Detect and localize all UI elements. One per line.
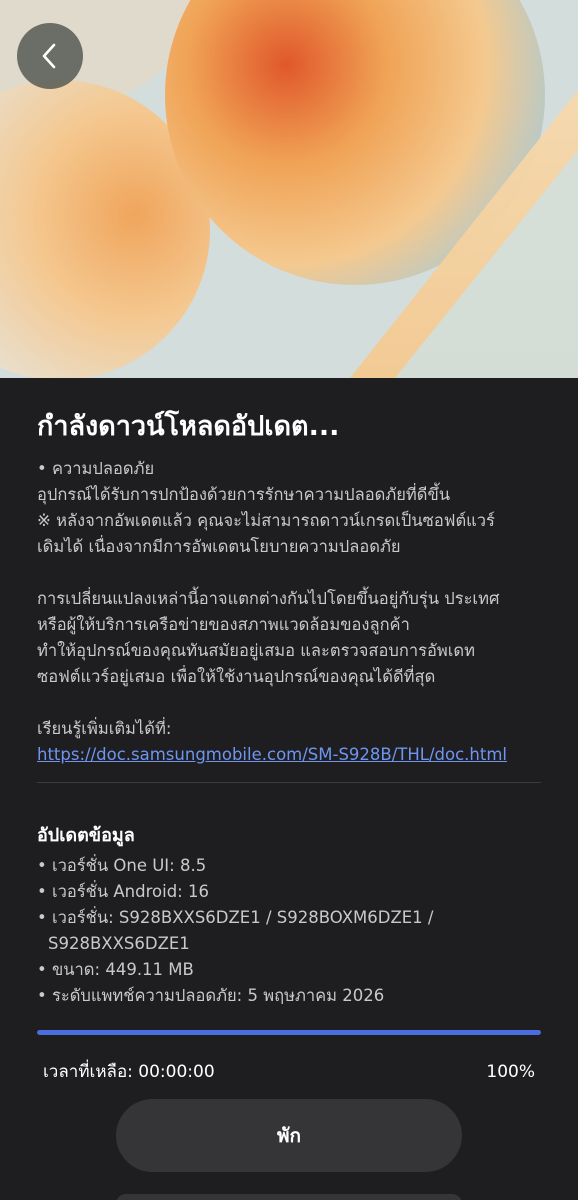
download-progress-fill [37, 1030, 541, 1035]
description-line: • ความปลอดภัย [37, 459, 155, 478]
notice-line: ซอฟต์แวร์อยู่เสมอ เพื่อให้ใช้งานอุปกรณ์ข… [37, 667, 436, 686]
software-update-screen: กำลังดาวน์โหลดอัปเดต... • ความปลอดภัย อุ… [0, 0, 578, 1200]
one-ui-version: • เวอร์ชั่น One UI: 8.5 [37, 856, 207, 875]
page-title: กำลังดาวน์โหลดอัปเดต... [37, 411, 340, 442]
update-info-heading: อัปเดตข้อมูล [37, 825, 135, 846]
notice-line: ทำให้อุปกรณ์ของคุณทันสมัยอยู่เสมอ และตรว… [37, 641, 476, 660]
download-progress-bar [37, 1030, 541, 1035]
chevron-left-icon [42, 43, 56, 69]
learn-more-link[interactable]: https://doc.samsungmobile.com/SM-S928B/T… [37, 742, 541, 768]
divider [37, 782, 541, 783]
progress-percent: 100% [486, 1062, 535, 1082]
update-description: • ความปลอดภัย อุปกรณ์ได้รับการปกป้องด้วย… [37, 456, 541, 560]
learn-more-label: เรียนรู้เพิ่มเติมได้ที่: [37, 719, 172, 738]
update-content: กำลังดาวน์โหลดอัปเดต... • ความปลอดภัย อุ… [0, 378, 578, 1009]
wallpaper-graphic [0, 0, 578, 378]
description-line: เดิมได้ เนื่องจากมีการอัพเดตนโยบายความปล… [37, 537, 401, 556]
download-size: • ขนาด: 449.11 MB [37, 960, 194, 979]
pause-button[interactable]: พัก [116, 1099, 462, 1172]
description-line: อุปกรณ์ได้รับการปกป้องด้วยการรักษาความปล… [37, 485, 451, 504]
security-patch-level: • ระดับแพทช์ความปลอดภัย: 5 พฤษภาคม 2026 [37, 986, 385, 1005]
time-remaining: เวลาที่เหลือ: 00:00:00 [43, 1062, 215, 1082]
build-version-continued: S928BXXS6DZE1 [48, 934, 190, 953]
learn-more-section: เรียนรู้เพิ่มเติมได้ที่: https://doc.sam… [37, 716, 541, 768]
update-info-list: • เวอร์ชั่น One UI: 8.5 • เวอร์ชั่น Andr… [37, 853, 541, 1009]
description-line: ※ หลังจากอัพเดตแล้ว คุณจะไม่สามารถดาวน์เ… [37, 511, 495, 530]
build-version: • เวอร์ชั่น: S928BXXS6DZE1 / S928BOXM6DZ… [37, 908, 434, 927]
notice-line: การเปลี่ยนแปลงเหล่านี้อาจแตกต่างกันไปโดย… [37, 589, 500, 608]
secondary-button-edge [116, 1194, 462, 1200]
android-version: • เวอร์ชั่น Android: 16 [37, 882, 209, 901]
notice-line: หรือผู้ให้บริการเครือข่ายของสภาพแวดล้อมข… [37, 615, 410, 634]
update-notice: การเปลี่ยนแปลงเหล่านี้อาจแตกต่างกันไปโดย… [37, 586, 541, 690]
back-button[interactable] [17, 23, 83, 89]
hero-banner [0, 0, 578, 378]
